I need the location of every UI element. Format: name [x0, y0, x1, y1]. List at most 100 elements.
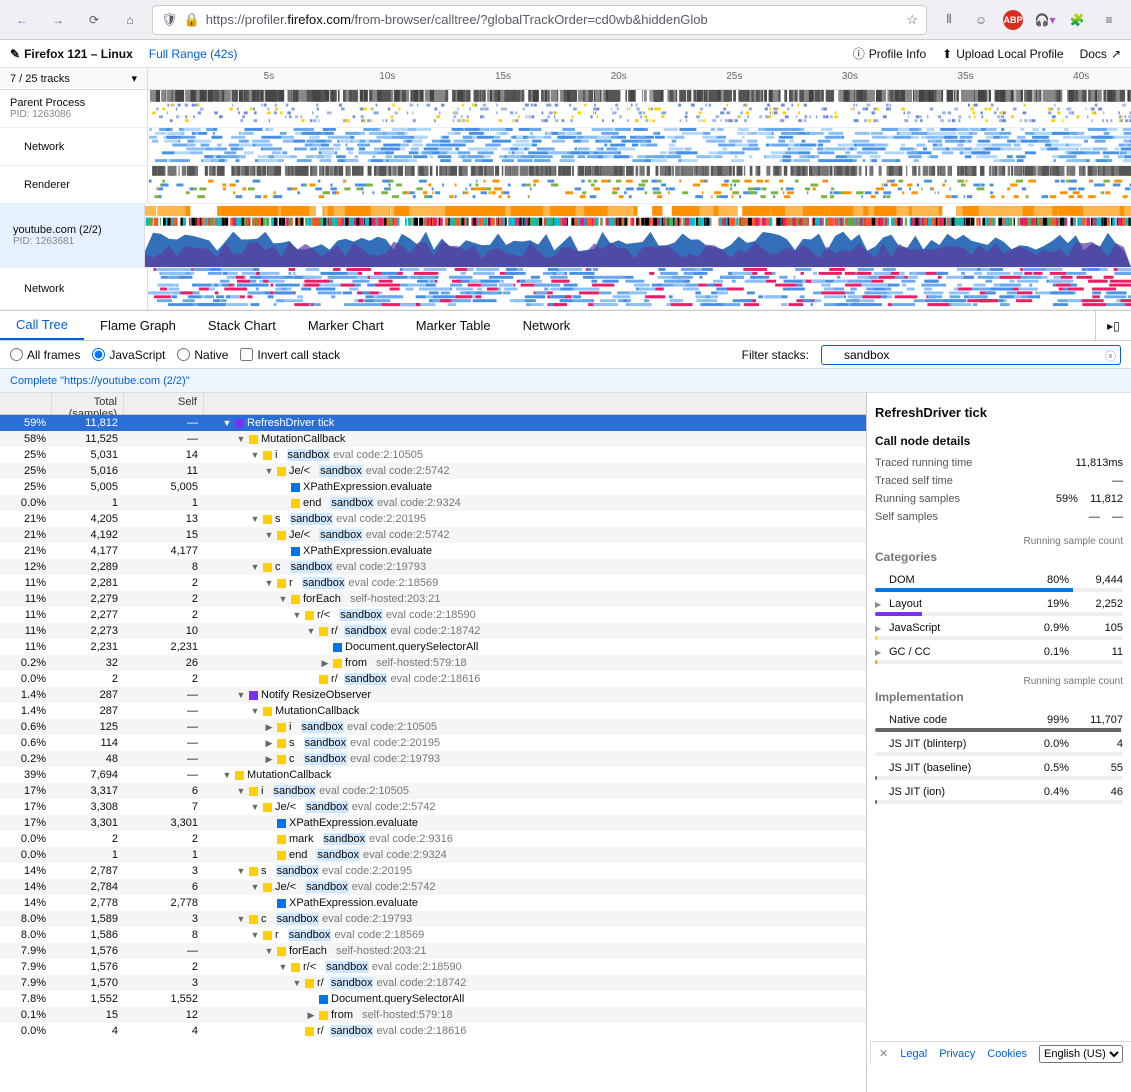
track-row[interactable]: youtube.com (2/2)PID: 1263681 — [0, 204, 1131, 268]
reload-button[interactable]: ⟳ — [80, 6, 108, 34]
calltree-row[interactable]: 0.6% 125 — ▶ i sandbox eval code:2:10505 — [0, 719, 866, 735]
tab-flame-graph[interactable]: Flame Graph — [84, 311, 192, 340]
clear-search-icon[interactable]: ⓧ — [1105, 348, 1116, 364]
calltree-row[interactable]: 11% 2,277 2 ▼ r/< sandbox eval code:2:18… — [0, 607, 866, 623]
track-viz[interactable] — [148, 90, 1131, 127]
language-select[interactable]: English (US) — [1039, 1045, 1123, 1063]
pencil-icon[interactable]: ✎ — [10, 47, 20, 61]
track-label[interactable]: Network — [0, 128, 148, 165]
tree-toggle-icon[interactable]: ▼ — [250, 514, 260, 524]
calltree-row[interactable]: 7.9% 1,576 — ▼ forEach self-hosted:203:2… — [0, 943, 866, 959]
back-button[interactable]: ← — [8, 6, 36, 34]
tree-toggle-icon[interactable]: ▼ — [278, 594, 288, 604]
calltree-row[interactable]: 21% 4,192 15 ▼ Je/< sandbox eval code:2:… — [0, 527, 866, 543]
calltree-row[interactable]: 17% 3,317 6 ▼ i sandbox eval code:2:1050… — [0, 783, 866, 799]
track-label[interactable]: Network — [0, 268, 148, 309]
home-button[interactable]: ⌂ — [116, 6, 144, 34]
calltree-row[interactable]: 0.2% 32 26 ▶ from self-hosted:579:18 — [0, 655, 866, 671]
tree-toggle-icon[interactable]: ▼ — [236, 690, 246, 700]
radio-javascript[interactable]: JavaScript — [92, 348, 165, 362]
track-row[interactable]: Renderer — [0, 166, 1131, 204]
tree-toggle-icon[interactable]: ▼ — [250, 882, 260, 892]
tree-toggle-icon[interactable]: ▼ — [264, 530, 274, 540]
calltree-row[interactable]: 21% 4,205 13 ▼ s sandbox eval code:2:201… — [0, 511, 866, 527]
tree-toggle-icon[interactable]: ▶ — [306, 1010, 316, 1021]
calltree-row[interactable]: 0.6% 114 — ▶ s sandbox eval code:2:20195 — [0, 735, 866, 751]
calltree-row[interactable]: 21% 4,177 4,177 XPathExpression.evaluate — [0, 543, 866, 559]
tree-toggle-icon[interactable]: ▼ — [264, 946, 274, 956]
calltree-row[interactable]: 7.8% 1,552 1,552 Document.querySelectorA… — [0, 991, 866, 1007]
calltree-row[interactable]: 11% 2,231 2,231 Document.querySelectorAl… — [0, 639, 866, 655]
tree-toggle-icon[interactable]: ▶ — [320, 658, 330, 669]
menu-icon[interactable]: ≡ — [1095, 6, 1123, 34]
calltree-row[interactable]: 25% 5,031 14 ▼ i sandbox eval code:2:105… — [0, 447, 866, 463]
tracks-dropdown[interactable]: 7 / 25 tracks▾ — [0, 68, 148, 89]
forward-button[interactable]: → — [44, 6, 72, 34]
radio-all-frames[interactable]: All frames — [10, 348, 80, 362]
track-row[interactable]: Network — [0, 128, 1131, 166]
tree-toggle-icon[interactable]: ▼ — [222, 770, 232, 780]
abp-icon[interactable]: ABP — [999, 6, 1027, 34]
calltree-row[interactable]: 58% 11,525 — ▼ MutationCallback — [0, 431, 866, 447]
track-viz[interactable] — [148, 166, 1131, 203]
track-label[interactable]: youtube.com (2/2)PID: 1263681 — [0, 204, 145, 267]
tab-marker-table[interactable]: Marker Table — [400, 311, 507, 340]
calltree-row[interactable]: 11% 2,281 2 ▼ r sandbox eval code:2:1856… — [0, 575, 866, 591]
category-row[interactable]: DOM80%9,444 — [875, 570, 1123, 594]
url-bar[interactable]: 🛡 🔒 https://profiler.firefox.com/from-br… — [152, 5, 927, 35]
calltree-row[interactable]: 7.9% 1,570 3 ▼ r/ sandbox eval code:2:18… — [0, 975, 866, 991]
category-row[interactable]: ▶GC / CC0.1%11 — [875, 642, 1123, 666]
privacy-link[interactable]: Privacy — [939, 1048, 975, 1060]
tree-toggle-icon[interactable]: ▶ — [264, 738, 274, 749]
upload-link[interactable]: ⬆Upload Local Profile — [942, 47, 1063, 61]
calltree-row[interactable]: 25% 5,016 11 ▼ Je/< sandbox eval code:2:… — [0, 463, 866, 479]
docs-link[interactable]: Docs ↗ — [1080, 47, 1121, 61]
calltree-row[interactable]: 25% 5,005 5,005 XPathExpression.evaluate — [0, 479, 866, 495]
legal-link[interactable]: Legal — [900, 1048, 927, 1060]
calltree-row[interactable]: 0.1% 15 12 ▶ from self-hosted:579:18 — [0, 1007, 866, 1023]
track-viz[interactable] — [148, 128, 1131, 165]
tree-toggle-icon[interactable]: ▼ — [292, 610, 302, 620]
footer-close-icon[interactable]: ✕ — [879, 1047, 888, 1060]
tree-toggle-icon[interactable]: ▼ — [236, 434, 246, 444]
filter-search-input[interactable] — [821, 345, 1121, 365]
calltree-row[interactable]: 11% 2,279 2 ▼ forEach self-hosted:203:21 — [0, 591, 866, 607]
calltree-row[interactable]: 8.0% 1,586 8 ▼ r sandbox eval code:2:185… — [0, 927, 866, 943]
library-icon[interactable]: ⫴ — [935, 6, 963, 34]
calltree-row[interactable]: 17% 3,308 7 ▼ Je/< sandbox eval code:2:5… — [0, 799, 866, 815]
calltree-row[interactable]: 8.0% 1,589 3 ▼ c sandbox eval code:2:197… — [0, 911, 866, 927]
headphones-icon[interactable]: 🎧▾ — [1031, 6, 1059, 34]
category-row[interactable]: ▶Layout19%2,252 — [875, 594, 1123, 618]
tab-network[interactable]: Network — [507, 311, 587, 340]
tab-call-tree[interactable]: Call Tree — [0, 311, 84, 340]
track-viz[interactable] — [145, 204, 1131, 267]
tree-toggle-icon[interactable]: ▼ — [250, 802, 260, 812]
breadcrumb[interactable]: Complete "https://youtube.com (2/2)" — [0, 369, 1131, 393]
calltree-row[interactable]: 1.4% 287 — ▼ MutationCallback — [0, 703, 866, 719]
tree-toggle-icon[interactable]: ▼ — [278, 962, 288, 972]
tree-toggle-icon[interactable]: ▼ — [236, 914, 246, 924]
tree-toggle-icon[interactable]: ▼ — [236, 786, 246, 796]
timeline-ruler[interactable]: 5s10s15s20s25s30s35s40s — [148, 68, 1131, 89]
col-total[interactable]: Total (samples) — [52, 393, 124, 414]
tab-marker-chart[interactable]: Marker Chart — [292, 311, 400, 340]
col-self[interactable]: Self — [124, 393, 204, 414]
calltree-row[interactable]: 0.2% 48 — ▶ c sandbox eval code:2:19793 — [0, 751, 866, 767]
calltree-row[interactable]: 12% 2,289 8 ▼ c sandbox eval code:2:1979… — [0, 559, 866, 575]
calltree-body[interactable]: 59% 11,812 — ▼ RefreshDriver tick 58% 11… — [0, 415, 866, 1092]
tree-toggle-icon[interactable]: ▼ — [250, 562, 260, 572]
tree-toggle-icon[interactable]: ▼ — [292, 978, 302, 988]
calltree-row[interactable]: 7.9% 1,576 2 ▼ r/< sandbox eval code:2:1… — [0, 959, 866, 975]
account-icon[interactable]: ☺ — [967, 6, 995, 34]
calltree-row[interactable]: 0.0% 4 4 r/ sandbox eval code:2:18616 — [0, 1023, 866, 1039]
tree-toggle-icon[interactable]: ▼ — [264, 578, 274, 588]
calltree-row[interactable]: 59% 11,812 — ▼ RefreshDriver tick — [0, 415, 866, 431]
calltree-row[interactable]: 39% 7,694 — ▼ MutationCallback — [0, 767, 866, 783]
calltree-row[interactable]: 0.0% 2 2 mark sandbox eval code:2:9316 — [0, 831, 866, 847]
radio-native[interactable]: Native — [177, 348, 228, 362]
tree-toggle-icon[interactable]: ▼ — [222, 418, 232, 428]
track-viz[interactable] — [148, 268, 1131, 309]
tree-toggle-icon[interactable]: ▼ — [236, 866, 246, 876]
tree-toggle-icon[interactable]: ▶ — [264, 754, 274, 765]
tree-toggle-icon[interactable]: ▶ — [264, 722, 274, 733]
